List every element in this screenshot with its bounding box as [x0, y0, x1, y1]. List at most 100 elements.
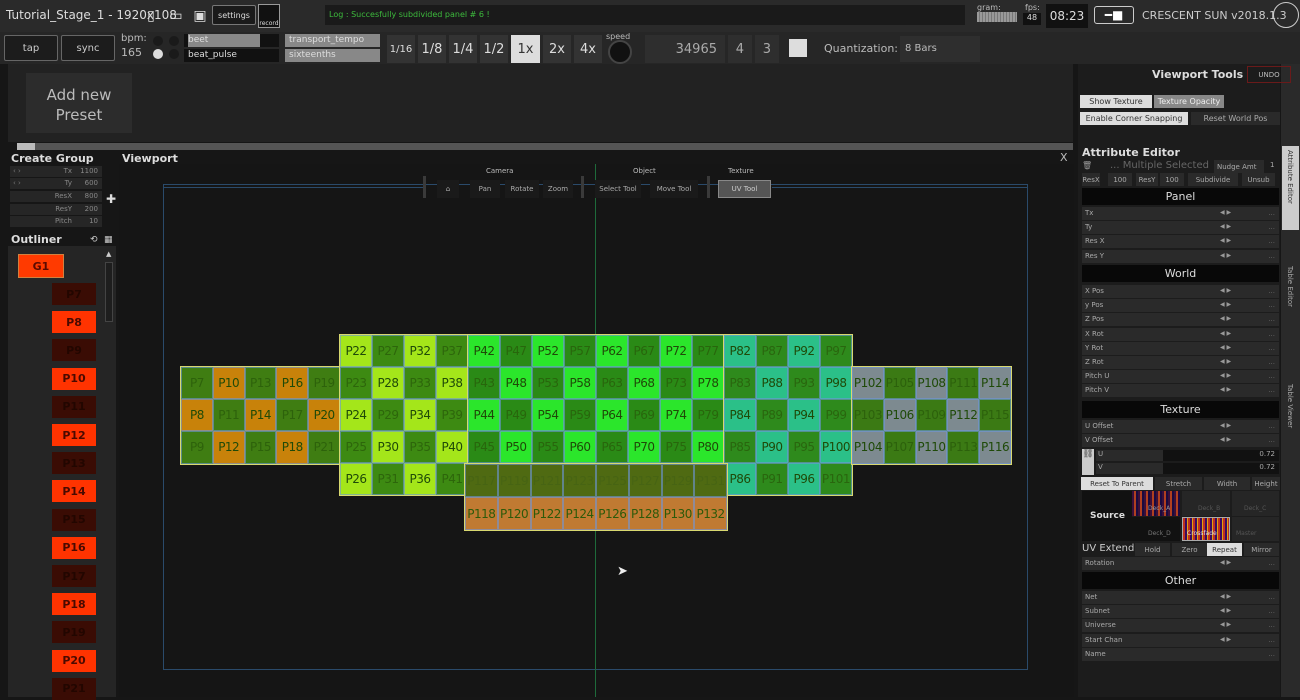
v-scale-slider[interactable]: 0.72	[1163, 463, 1279, 474]
settings-button[interactable]: settings	[212, 5, 256, 25]
home-icon[interactable]: ⌂	[437, 180, 459, 198]
undo-button[interactable]: UNDO	[1247, 66, 1291, 83]
panel-p121[interactable]: P121	[530, 464, 564, 497]
attribute-value[interactable]: ...	[1268, 422, 1275, 430]
uv-extend-hold[interactable]: Hold	[1135, 543, 1170, 556]
attribute-row[interactable]: Ty ◀ ▶...	[1082, 221, 1279, 235]
attribute-value[interactable]: ...	[1268, 209, 1275, 217]
nudge-arrows-icon[interactable]: ◀ ▶	[1220, 209, 1231, 216]
attribute-value[interactable]: ...	[1268, 358, 1275, 366]
attribute-value[interactable]: ...	[1268, 237, 1275, 245]
panel-p80[interactable]: P80	[692, 431, 724, 463]
outliner-item[interactable]: P15	[52, 508, 96, 531]
crossfade-thumbnail[interactable]: Crossfade	[1182, 517, 1230, 541]
create-group-field[interactable]: Pitch 10	[10, 216, 102, 227]
panel-p18[interactable]: P18	[276, 431, 309, 464]
panel-p39[interactable]: P39	[436, 399, 468, 431]
panel-p88[interactable]: P88	[756, 367, 788, 399]
stretch-button[interactable]: Stretch	[1155, 477, 1202, 490]
master-thumbnail[interactable]: Master	[1232, 517, 1279, 541]
panel-p34[interactable]: P34	[404, 399, 436, 431]
attribute-row[interactable]: U Offset ◀ ▶...	[1082, 420, 1279, 433]
create-group-field[interactable]: ResY 200	[10, 204, 102, 215]
deck-b-thumbnail[interactable]: Deck_B	[1182, 491, 1230, 516]
panel-p69[interactable]: P69	[628, 399, 660, 431]
outliner-item[interactable]: P10	[52, 367, 96, 390]
nudge-arrows-icon[interactable]: ◀ ▶	[1220, 621, 1231, 628]
panel-p95[interactable]: P95	[788, 431, 820, 463]
rate-1x-button[interactable]: 1x	[511, 35, 540, 63]
pan-button[interactable]: Pan	[470, 180, 500, 198]
panel-p96[interactable]: P96	[788, 463, 820, 495]
panel-p129[interactable]: P129	[661, 464, 695, 497]
panel-p57[interactable]: P57	[564, 335, 596, 367]
panel-p22[interactable]: P22	[340, 335, 372, 367]
panel-p84[interactable]: P84	[724, 399, 756, 431]
panel-p75[interactable]: P75	[660, 431, 692, 463]
panel-p26[interactable]: P26	[340, 463, 372, 495]
attribute-row[interactable]: Z Pos ◀ ▶...	[1082, 313, 1279, 327]
outliner-item[interactable]: P12	[52, 424, 96, 446]
panel-p125[interactable]: P125	[596, 464, 629, 497]
nudge-arrows-icon[interactable]: ◀ ▶	[1220, 237, 1231, 244]
panel-p77[interactable]: P77	[692, 335, 724, 367]
attribute-row[interactable]: Pitch U ◀ ▶...	[1082, 370, 1279, 384]
nudge-arrows-icon[interactable]: ◀ ▶	[1220, 301, 1231, 308]
panel-p64[interactable]: P64	[596, 399, 628, 431]
rate-1-8-button[interactable]: 1/8	[418, 35, 446, 63]
panel-p101[interactable]: P101	[820, 463, 852, 495]
panel-p24[interactable]: P24	[340, 399, 372, 431]
attribute-row[interactable]: Res Y ◀ ▶...	[1082, 249, 1279, 263]
uv-tool-button[interactable]: UV Tool	[718, 180, 771, 198]
speed-knob[interactable]	[608, 40, 632, 64]
deck-a-thumbnail[interactable]: Deck_A	[1132, 491, 1180, 516]
panel-p53[interactable]: P53	[532, 367, 564, 399]
panel-p108[interactable]: P108	[915, 367, 948, 400]
panel-p128[interactable]: P128	[628, 497, 662, 530]
refresh-icon[interactable]: ⟲	[90, 235, 98, 245]
outliner-item[interactable]: P7	[52, 283, 96, 305]
panel-p32[interactable]: P32	[404, 335, 436, 367]
panel-p7[interactable]: P7	[181, 367, 213, 400]
outliner-item[interactable]: P14	[52, 480, 96, 503]
create-group-field[interactable]: ‹ › Tx 1100	[10, 166, 102, 177]
attribute-value[interactable]: ...	[1268, 252, 1275, 260]
nudge-arrows-icon[interactable]: ◀ ▶	[1220, 593, 1231, 600]
rate-2x-button[interactable]: 2x	[543, 35, 571, 63]
panel-p25[interactable]: P25	[340, 431, 372, 463]
nudge-arrows-icon[interactable]: ◀ ▶	[1220, 607, 1231, 614]
panel-p78[interactable]: P78	[692, 367, 724, 399]
new-file-icon[interactable]: ▯	[141, 5, 161, 27]
attribute-value[interactable]: ...	[1268, 301, 1275, 309]
panel-p132[interactable]: P132	[694, 497, 727, 530]
create-group-field[interactable]: ‹ › Ty 600	[10, 178, 102, 189]
attribute-row[interactable]: X Rot ◀ ▶...	[1082, 327, 1279, 341]
panel-p83[interactable]: P83	[724, 367, 756, 399]
panel-p119[interactable]: P119	[497, 464, 531, 497]
texture-opacity-slider[interactable]: Texture Opacity	[1154, 95, 1224, 108]
panel-p99[interactable]: P99	[820, 399, 852, 431]
save-icon[interactable]: ▣	[190, 5, 210, 27]
panel-p112[interactable]: P112	[947, 399, 980, 432]
width-button[interactable]: Width	[1204, 477, 1250, 490]
panel-p127[interactable]: P127	[628, 464, 662, 497]
panel-p105[interactable]: P105	[883, 367, 916, 400]
panel-p68[interactable]: P68	[628, 367, 660, 399]
panel-p104[interactable]: P104	[852, 431, 884, 464]
panel-p48[interactable]: P48	[500, 367, 532, 399]
open-folder-icon[interactable]: ▭	[166, 5, 186, 27]
rotate-button[interactable]: Rotate	[505, 180, 539, 198]
nudge-arrows-icon[interactable]: ‹ ›	[13, 167, 21, 175]
rotation-field[interactable]: Rotation ◀ ▶...	[1082, 557, 1279, 570]
panel-p107[interactable]: P107	[883, 431, 916, 464]
toggle-square[interactable]	[789, 39, 807, 57]
nudge-arrows-icon[interactable]: ‹ ›	[13, 179, 21, 187]
panel-p116[interactable]: P116	[979, 431, 1011, 464]
panel-p93[interactable]: P93	[788, 367, 820, 399]
attribute-value[interactable]: ...	[1268, 386, 1275, 394]
panel-p70[interactable]: P70	[628, 431, 660, 463]
panel-p33[interactable]: P33	[404, 367, 436, 399]
resx-value[interactable]: 100	[1108, 173, 1132, 186]
panel-p63[interactable]: P63	[596, 367, 628, 399]
panel-p72[interactable]: P72	[660, 335, 692, 367]
